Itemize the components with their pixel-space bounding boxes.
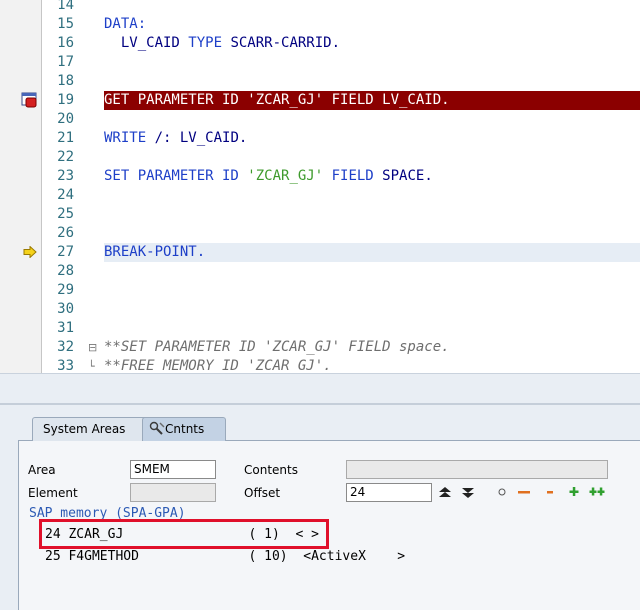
code-token: DATA:: [104, 16, 147, 32]
line-number: 14: [57, 0, 74, 13]
tab-contents-label: Cntnts: [165, 422, 205, 436]
area-label: Area: [28, 463, 56, 477]
minus-short-icon[interactable]: [542, 487, 558, 497]
code-token: WRITE: [104, 130, 147, 146]
tab-system-areas-label: System Areas: [43, 422, 126, 436]
line-number: 19: [57, 92, 74, 108]
tab-system-areas[interactable]: System Areas: [32, 417, 152, 441]
plus-icon[interactable]: [566, 486, 582, 497]
line-number: 21: [57, 130, 74, 146]
line-number: 28: [57, 263, 74, 279]
pane-splitter[interactable]: [0, 373, 640, 403]
line-number: 16: [57, 35, 74, 51]
line-number: 30: [57, 301, 74, 317]
area-field[interactable]: SMEM: [130, 460, 216, 479]
code-token: /: LV_CAID.: [146, 130, 248, 146]
code-line[interactable]: [104, 224, 640, 243]
scroll-down-icon[interactable]: [460, 486, 476, 499]
offset-field[interactable]: 24: [346, 483, 432, 502]
element-label: Element: [28, 486, 78, 500]
fold-icon[interactable]: ⊟: [88, 338, 97, 357]
line-number: 18: [57, 73, 74, 89]
code-line[interactable]: [104, 110, 640, 129]
code-line[interactable]: [104, 319, 640, 338]
line-number: 25: [57, 206, 74, 222]
line-number: 31: [57, 320, 74, 336]
tools-icon: [149, 421, 165, 435]
code-line[interactable]: **SET PARAMETER ID 'ZCAR_GJ' FIELD space…: [104, 338, 640, 357]
line-number: 26: [57, 225, 74, 241]
contents-field[interactable]: [346, 460, 608, 479]
code-token: LV_CAID: [104, 35, 189, 51]
line-number: 22: [57, 149, 74, 165]
code-line[interactable]: [104, 148, 640, 167]
contents-label: Contents: [244, 463, 298, 477]
marker-column[interactable]: [0, 0, 16, 373]
line-number: 24: [57, 187, 74, 203]
line-number: 27: [57, 244, 74, 260]
minus-long-icon[interactable]: [516, 487, 532, 497]
memory-row-f4gmethod[interactable]: 25 F4GMETHOD ( 10) <ActiveX >: [45, 548, 405, 565]
code-line[interactable]: [104, 300, 640, 319]
line-number: 29: [57, 282, 74, 298]
line-number: 20: [57, 111, 74, 127]
code-line[interactable]: [104, 281, 640, 300]
code-line-current[interactable]: BREAK-POINT.: [104, 243, 640, 262]
code-line[interactable]: [104, 186, 640, 205]
offset-label: Offset: [244, 486, 281, 500]
line-number: 23: [57, 168, 74, 184]
code-line[interactable]: [104, 262, 640, 281]
code-line[interactable]: [104, 72, 640, 91]
code-token: TYPE: [188, 35, 223, 51]
fold-icon[interactable]: └: [88, 357, 95, 373]
circle-icon[interactable]: [494, 487, 510, 497]
tab-contents[interactable]: Cntnts: [142, 417, 226, 441]
code-line[interactable]: [104, 53, 640, 72]
code-token: SPACE.: [373, 168, 433, 184]
line-number: 17: [57, 54, 74, 70]
highlight-box: [39, 519, 329, 549]
element-field[interactable]: [130, 483, 216, 502]
code-line[interactable]: WRITE /: LV_CAID.: [104, 129, 640, 148]
code-line[interactable]: DATA:: [104, 15, 640, 34]
code-token: **FREE MEMORY ID 'ZCAR_GJ'.: [104, 358, 332, 373]
code-line[interactable]: [104, 205, 640, 224]
code-line-breakpoint[interactable]: GET PARAMETER ID 'ZCAR_GJ' FIELD LV_CAID…: [104, 91, 640, 110]
code-token: 'ZCAR_GJ': [247, 168, 324, 184]
line-number: 32: [57, 339, 74, 355]
code-token: SCARR-CARRID.: [222, 35, 341, 51]
code-token: **SET PARAMETER ID 'ZCAR_GJ' FIELD space…: [104, 339, 450, 355]
code-line[interactable]: SET PARAMETER ID 'ZCAR_GJ' FIELD SPACE.: [104, 167, 640, 186]
code-token: SET PARAMETER ID: [104, 168, 239, 184]
tab-strip: System Areas Cntnts: [18, 417, 640, 441]
code-editor[interactable]: 14 15 DATA: 16 LV_CAID TYPE SCARR-CARRID. 17…: [0, 0, 640, 373]
plus-double-icon[interactable]: [589, 486, 605, 497]
code-token: FIELD: [331, 168, 374, 184]
code-token: GET PARAMETER ID 'ZCAR_GJ' FIELD LV_CAID…: [104, 92, 450, 108]
code-token: BREAK-POINT.: [104, 244, 206, 260]
code-line[interactable]: **FREE MEMORY ID 'ZCAR_GJ'.: [104, 357, 640, 373]
line-number: 33: [57, 358, 74, 373]
code-line[interactable]: LV_CAID TYPE SCARR-CARRID.: [104, 34, 640, 53]
code-line[interactable]: [104, 0, 640, 15]
line-number: 15: [57, 16, 74, 32]
scroll-up-icon[interactable]: [437, 486, 453, 499]
